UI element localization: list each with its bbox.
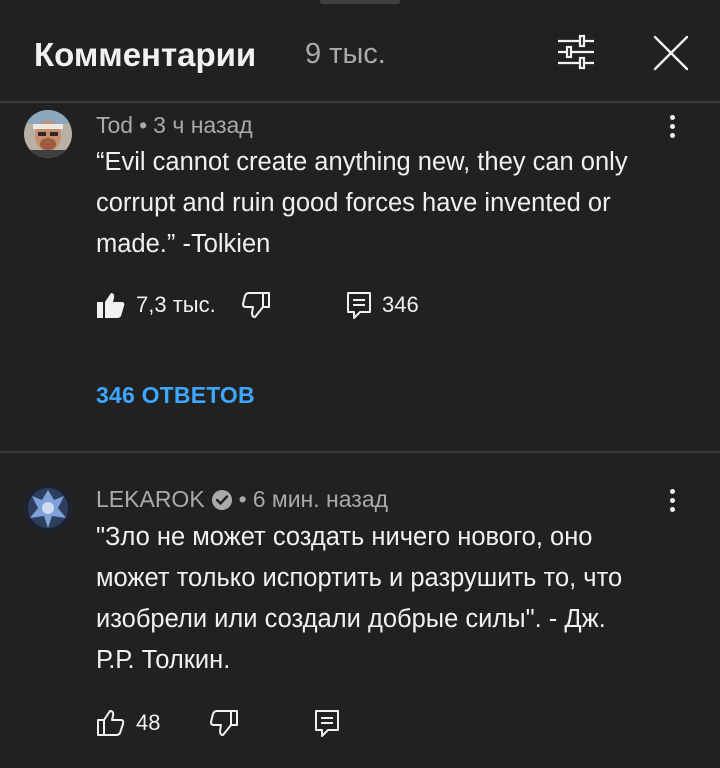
comment-actions: 7,3 тыс. 346 <box>96 290 696 330</box>
header-divider <box>0 101 720 103</box>
comment-item: LEKAROK • 6 мин. назад "Зло не может соз… <box>0 454 720 768</box>
author-name[interactable]: LEKAROK <box>96 486 205 513</box>
more-vert-icon[interactable] <box>660 485 684 519</box>
comments-title: Комментарии <box>34 36 257 73</box>
close-icon[interactable] <box>652 34 690 72</box>
like-button[interactable]: 7,3 тыс. <box>96 290 216 320</box>
dislike-button[interactable] <box>241 290 271 320</box>
thumbs-down-icon <box>210 710 238 736</box>
thumbs-up-icon <box>97 293 125 318</box>
meta-separator: • <box>139 112 148 138</box>
comment-divider <box>0 451 720 453</box>
comment-meta: Tod • 3 ч назад <box>96 112 253 139</box>
thumbs-up-icon <box>97 710 125 736</box>
more-vert-icon[interactable] <box>660 111 684 145</box>
dislike-button[interactable] <box>209 708 239 738</box>
reply-button[interactable]: 346 <box>346 290 419 320</box>
comment-meta: LEKAROK • 6 мин. назад <box>96 486 388 513</box>
comments-count: 9 тыс. <box>305 38 386 70</box>
comment-text: "Зло не может создать ничего нового, оно… <box>96 523 623 674</box>
comment-text: “Evil cannot create anything new, they c… <box>96 148 628 258</box>
verified-check-icon <box>211 489 232 510</box>
like-button[interactable]: 48 <box>96 708 160 738</box>
reply-count: 346 <box>382 292 419 317</box>
like-count: 7,3 тыс. <box>136 292 216 317</box>
comment-actions: 48 <box>96 708 696 748</box>
comment-icon <box>347 292 371 319</box>
author-name[interactable]: Tod <box>96 112 133 139</box>
comment-time: 3 ч назад <box>153 112 253 138</box>
like-count: 48 <box>136 710 161 735</box>
avatar[interactable] <box>24 484 72 532</box>
view-replies-link[interactable]: 346 ОТВЕТОВ <box>96 382 255 409</box>
thumbs-down-icon <box>242 292 270 318</box>
comment-item: Tod • 3 ч назад “Evil cannot create anyt… <box>0 104 720 451</box>
comments-header: Комментарии 9 тыс. <box>0 0 720 102</box>
sliders-icon[interactable] <box>556 34 596 70</box>
comment-time: 6 мин. назад <box>252 486 389 512</box>
reply-button[interactable] <box>314 708 340 738</box>
meta-separator: • <box>238 486 247 512</box>
comment-icon <box>315 710 339 737</box>
avatar[interactable] <box>24 110 72 158</box>
